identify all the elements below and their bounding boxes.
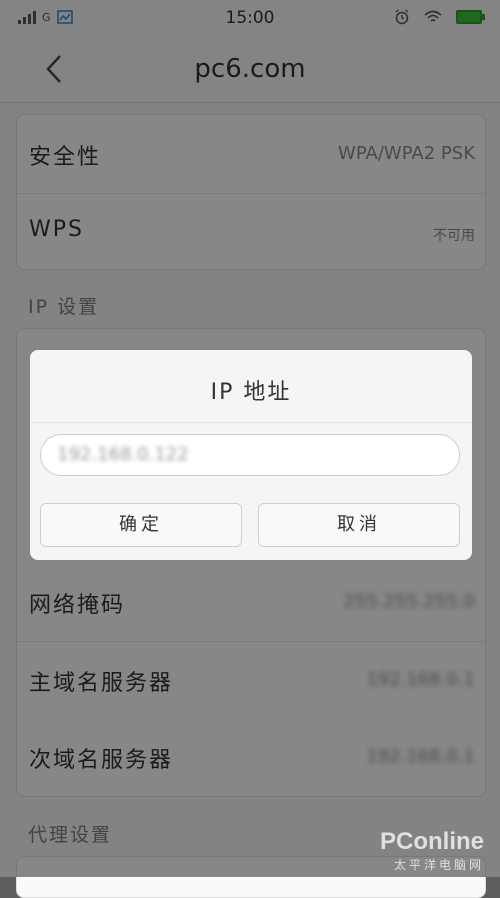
ip-address-dialog: IP 地址 192.168.0.122 确定 取消 xyxy=(30,350,472,560)
dialog-divider xyxy=(30,422,472,423)
ip-address-value: 192.168.0.122 xyxy=(57,444,189,465)
confirm-button[interactable]: 确定 xyxy=(40,503,242,547)
ip-address-input[interactable]: 192.168.0.122 xyxy=(40,434,460,476)
watermark-logo: PConline xyxy=(379,828,484,855)
cancel-button[interactable]: 取消 xyxy=(258,503,460,547)
dialog-title: IP 地址 xyxy=(210,380,292,405)
watermark: PConline 太平洋电脑网 xyxy=(380,828,484,873)
watermark-subtitle: 太平洋电脑网 xyxy=(393,858,484,872)
